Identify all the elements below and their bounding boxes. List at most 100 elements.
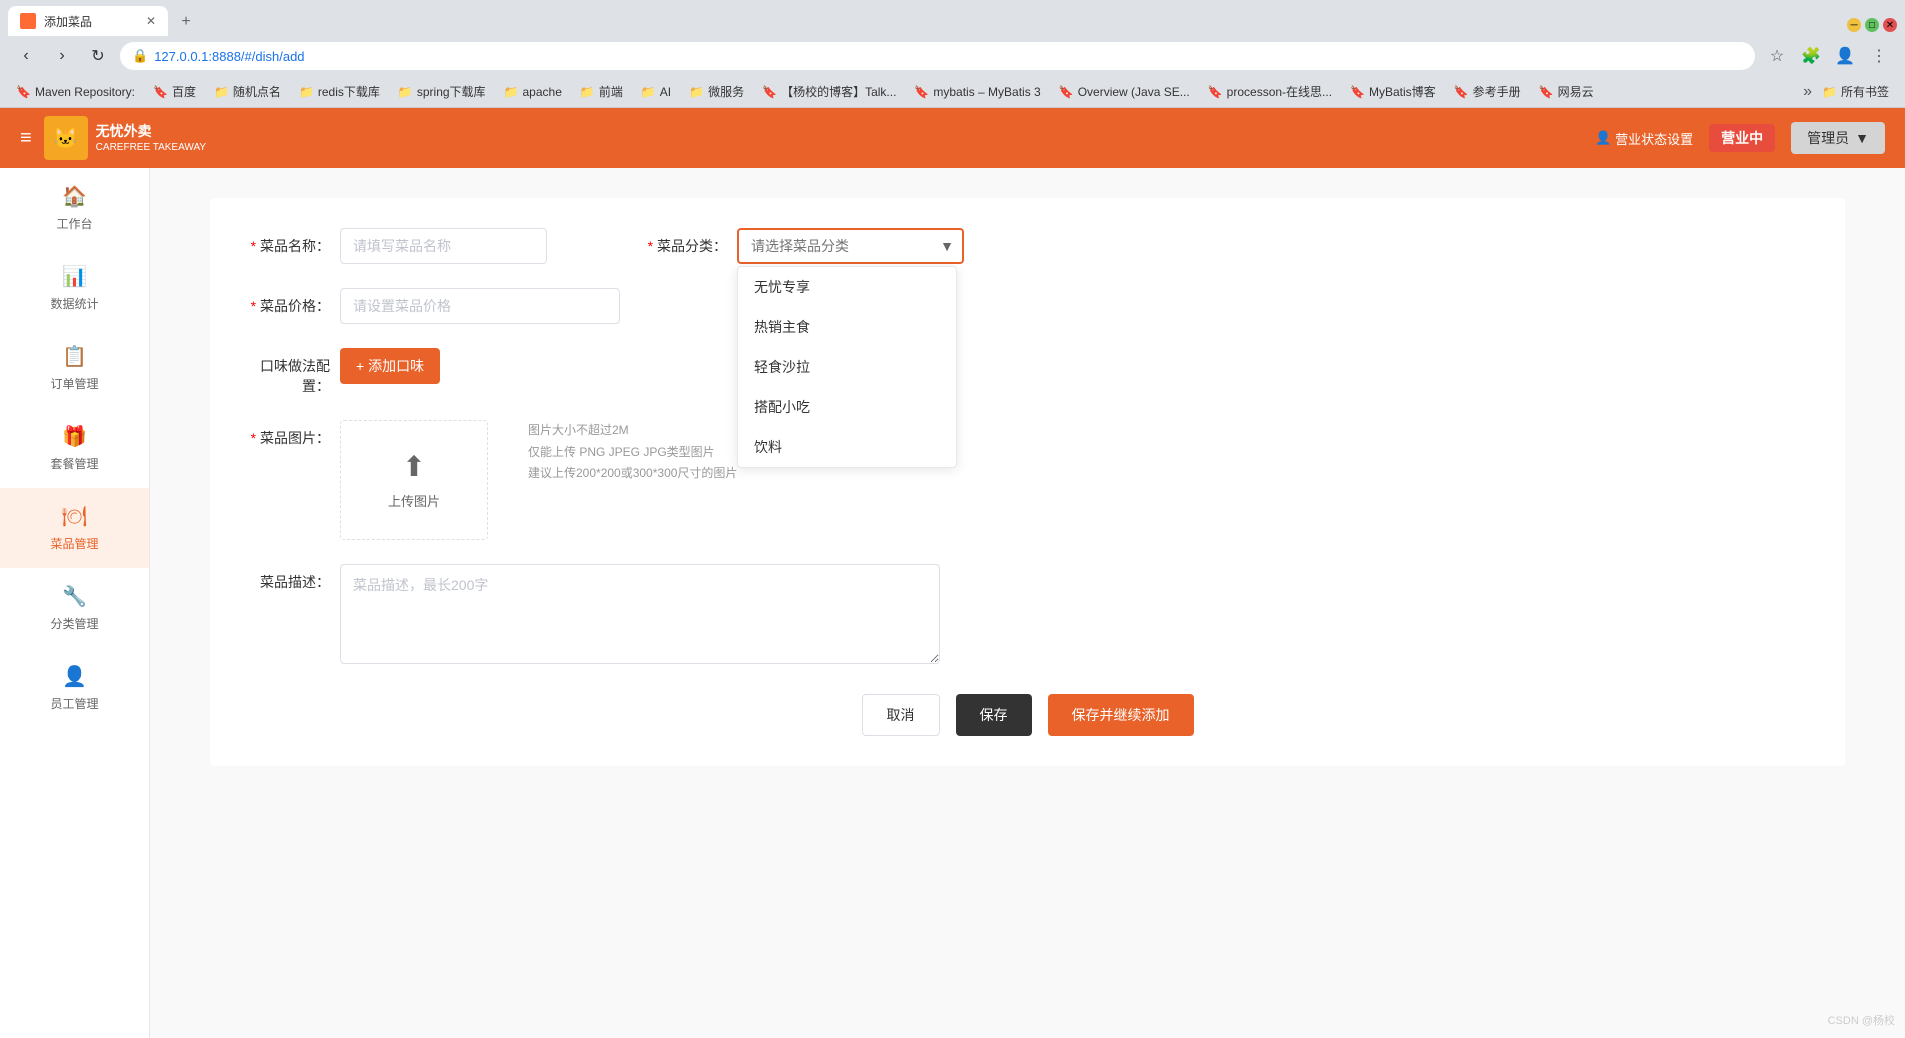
active-tab[interactable]: 添加菜品 ✕ <box>8 6 168 36</box>
bookmark-mybatis-icon: 🔖 <box>914 85 929 99</box>
bookmark-microservice-label: 微服务 <box>708 83 744 100</box>
upload-icon: ⬆ <box>402 450 425 483</box>
bookmark-all-icon: 📁 <box>1822 85 1837 99</box>
bookmark-redis[interactable]: 📁 redis下载库 <box>291 80 388 103</box>
sidebar-item-stats-label: 数据统计 <box>50 295 98 312</box>
required-star-cat: * <box>648 238 653 254</box>
bookmark-apache[interactable]: 📁 apache <box>496 82 570 102</box>
bookmarks-more-btn[interactable]: » <box>1803 83 1812 101</box>
image-upload-section: ⬆ 上传图片 图片大小不超过2M 仅能上传 PNG JPEG JPG类型图片 建… <box>340 420 737 540</box>
bookmark-yang-label: 【杨校的博客】Talk... <box>781 83 896 100</box>
bookmark-spring[interactable]: 📁 spring下载库 <box>390 80 494 103</box>
close-btn[interactable]: ✕ <box>1883 18 1897 32</box>
bookmark-spring-label: spring下载库 <box>417 83 486 100</box>
maximize-btn[interactable]: □ <box>1865 18 1879 32</box>
bookmark-all[interactable]: 📁 所有书签 <box>1814 80 1897 103</box>
category-select-wrapper: ▼ 无忧专享 热销主食 轻食沙拉 搭配小吃 饮料 <box>737 228 964 264</box>
sidebar-item-workbench[interactable]: 🏠 工作台 <box>0 168 149 248</box>
bookmark-baidu[interactable]: 🔖 百度 <box>145 80 204 103</box>
sidebar-item-orders[interactable]: 📋 订单管理 <box>0 328 149 408</box>
forward-btn[interactable]: › <box>48 42 76 70</box>
bookmark-maven[interactable]: 🔖 Maven Repository: <box>8 82 143 102</box>
app: ≡ 🐱 无忧外卖 CAREFREE TAKEAWAY 👤 营业状态设置 营业中 … <box>0 108 1905 1038</box>
dish-name-control <box>340 228 547 264</box>
image-label: * 菜品图片： <box>250 420 330 448</box>
bookmark-processon-icon: 🔖 <box>1208 85 1223 99</box>
dish-price-input[interactable] <box>340 288 620 324</box>
sidebar: 🏠 工作台 📊 数据统计 📋 订单管理 🎁 套餐管理 🍽 菜品管理 <box>0 168 150 1038</box>
menu-toggle-btn[interactable]: ≡ <box>20 127 32 150</box>
bookmark-netease[interactable]: 🔖 网易云 <box>1531 80 1602 103</box>
tab-close-btn[interactable]: ✕ <box>146 14 156 28</box>
bookmark-redis-label: redis下载库 <box>318 83 380 100</box>
sidebar-item-categories[interactable]: 🔧 分类管理 <box>0 568 149 648</box>
address-bar[interactable]: 🔒 127.0.0.1:8888/#/dish/add <box>120 42 1755 70</box>
sidebar-item-packages[interactable]: 🎁 套餐管理 <box>0 408 149 488</box>
dropdown-item-1[interactable]: 热销主食 <box>738 307 956 347</box>
bookmark-frontend[interactable]: 📁 前端 <box>572 80 631 103</box>
app-header: ≡ 🐱 无忧外卖 CAREFREE TAKEAWAY 👤 营业状态设置 营业中 … <box>0 108 1905 168</box>
flavor-label: 口味做法配置： <box>250 348 330 396</box>
settings-icon: 👤 <box>1595 130 1611 146</box>
sidebar-item-dishes[interactable]: 🍽 菜品管理 <box>0 488 149 568</box>
upload-area[interactable]: ⬆ 上传图片 <box>340 420 488 540</box>
cancel-button[interactable]: 取消 <box>862 694 940 736</box>
bookmark-frontend-label: 前端 <box>599 83 623 100</box>
sidebar-item-orders-label: 订单管理 <box>50 375 98 392</box>
dropdown-item-2[interactable]: 轻食沙拉 <box>738 347 956 387</box>
bookmark-ai[interactable]: 📁 AI <box>633 82 679 102</box>
save-continue-button[interactable]: 保存并继续添加 <box>1048 694 1194 736</box>
user-dropdown-btn[interactable]: 管理员 ▼ <box>1791 122 1885 154</box>
category-dropdown-menu: 无忧专享 热销主食 轻食沙拉 搭配小吃 饮料 <box>737 266 957 468</box>
bookmark-mybatis[interactable]: 🔖 mybatis – MyBatis 3 <box>906 82 1048 102</box>
header-left: ≡ 🐱 无忧外卖 CAREFREE TAKEAWAY <box>20 116 206 160</box>
form-section: * 菜品名称： * 菜品分类： <box>210 198 1845 766</box>
bookmark-folder-icon-3: 📁 <box>398 85 413 99</box>
profile-icon[interactable]: 👤 <box>1831 42 1859 70</box>
status-badge[interactable]: 营业中 <box>1709 124 1775 152</box>
bookmark-microservice[interactable]: 📁 微服务 <box>681 80 752 103</box>
business-settings-btn[interactable]: 👤 营业状态设置 <box>1595 129 1693 148</box>
upload-hint-line1: 图片大小不超过2M <box>528 420 737 442</box>
dropdown-item-0[interactable]: 无忧专享 <box>738 267 956 307</box>
bookmark-processon[interactable]: 🔖 processon-在线思... <box>1200 80 1340 103</box>
logo-line1: 无忧外卖 <box>96 122 206 140</box>
new-tab-btn[interactable]: + <box>172 8 200 36</box>
workbench-icon: 🏠 <box>62 184 87 209</box>
dish-price-control <box>340 288 620 324</box>
reload-btn[interactable]: ↻ <box>84 42 112 70</box>
bookmark-mybatis-blog[interactable]: 🔖 MyBatis博客 <box>1342 80 1444 103</box>
dishes-icon: 🍽 <box>62 504 87 529</box>
watermark: CSDN @杨校 <box>1828 1012 1895 1028</box>
sidebar-item-stats[interactable]: 📊 数据统计 <box>0 248 149 328</box>
header-right: 👤 营业状态设置 营业中 管理员 ▼ <box>1595 122 1885 154</box>
extensions-icon[interactable]: 🧩 <box>1797 42 1825 70</box>
dropdown-item-4[interactable]: 饮料 <box>738 427 956 467</box>
bookmark-yang[interactable]: 🔖 【杨校的博客】Talk... <box>754 80 904 103</box>
description-textarea[interactable] <box>340 564 940 664</box>
bookmark-star-icon[interactable]: ☆ <box>1763 42 1791 70</box>
bookmark-java-label: Overview (Java SE... <box>1078 85 1190 99</box>
sidebar-item-packages-label: 套餐管理 <box>50 455 98 472</box>
upload-hint: 图片大小不超过2M 仅能上传 PNG JPEG JPG类型图片 建议上传200*… <box>528 420 737 485</box>
add-flavor-btn[interactable]: + 添加口味 <box>340 348 440 384</box>
back-btn[interactable]: ‹ <box>12 42 40 70</box>
dish-name-input[interactable] <box>340 228 547 264</box>
dropdown-item-3[interactable]: 搭配小吃 <box>738 387 956 427</box>
form-row-image: * 菜品图片： ⬆ 上传图片 图片大小不超过2M 仅能上传 PNG JPEG J… <box>250 420 1805 540</box>
required-star-price: * <box>251 298 256 314</box>
sidebar-item-employees[interactable]: 👤 员工管理 <box>0 648 149 728</box>
bookmark-java[interactable]: 🔖 Overview (Java SE... <box>1051 82 1198 102</box>
save-button[interactable]: 保存 <box>956 694 1032 736</box>
bookmark-random[interactable]: 📁 随机点名 <box>206 80 289 103</box>
sidebar-item-employees-label: 员工管理 <box>50 695 98 712</box>
category-select-input[interactable] <box>737 228 964 264</box>
required-star-name: * <box>251 238 256 254</box>
sidebar-item-categories-label: 分类管理 <box>50 615 98 632</box>
bookmark-reference[interactable]: 🔖 参考手册 <box>1446 80 1529 103</box>
dropdown-arrow-icon: ▼ <box>1855 130 1869 146</box>
minimize-btn[interactable]: ─ <box>1847 18 1861 32</box>
more-options-icon[interactable]: ⋮ <box>1865 42 1893 70</box>
bookmark-folder-icon-4: 📁 <box>504 85 519 99</box>
bookmark-mybatis-blog-label: MyBatis博客 <box>1369 83 1436 100</box>
